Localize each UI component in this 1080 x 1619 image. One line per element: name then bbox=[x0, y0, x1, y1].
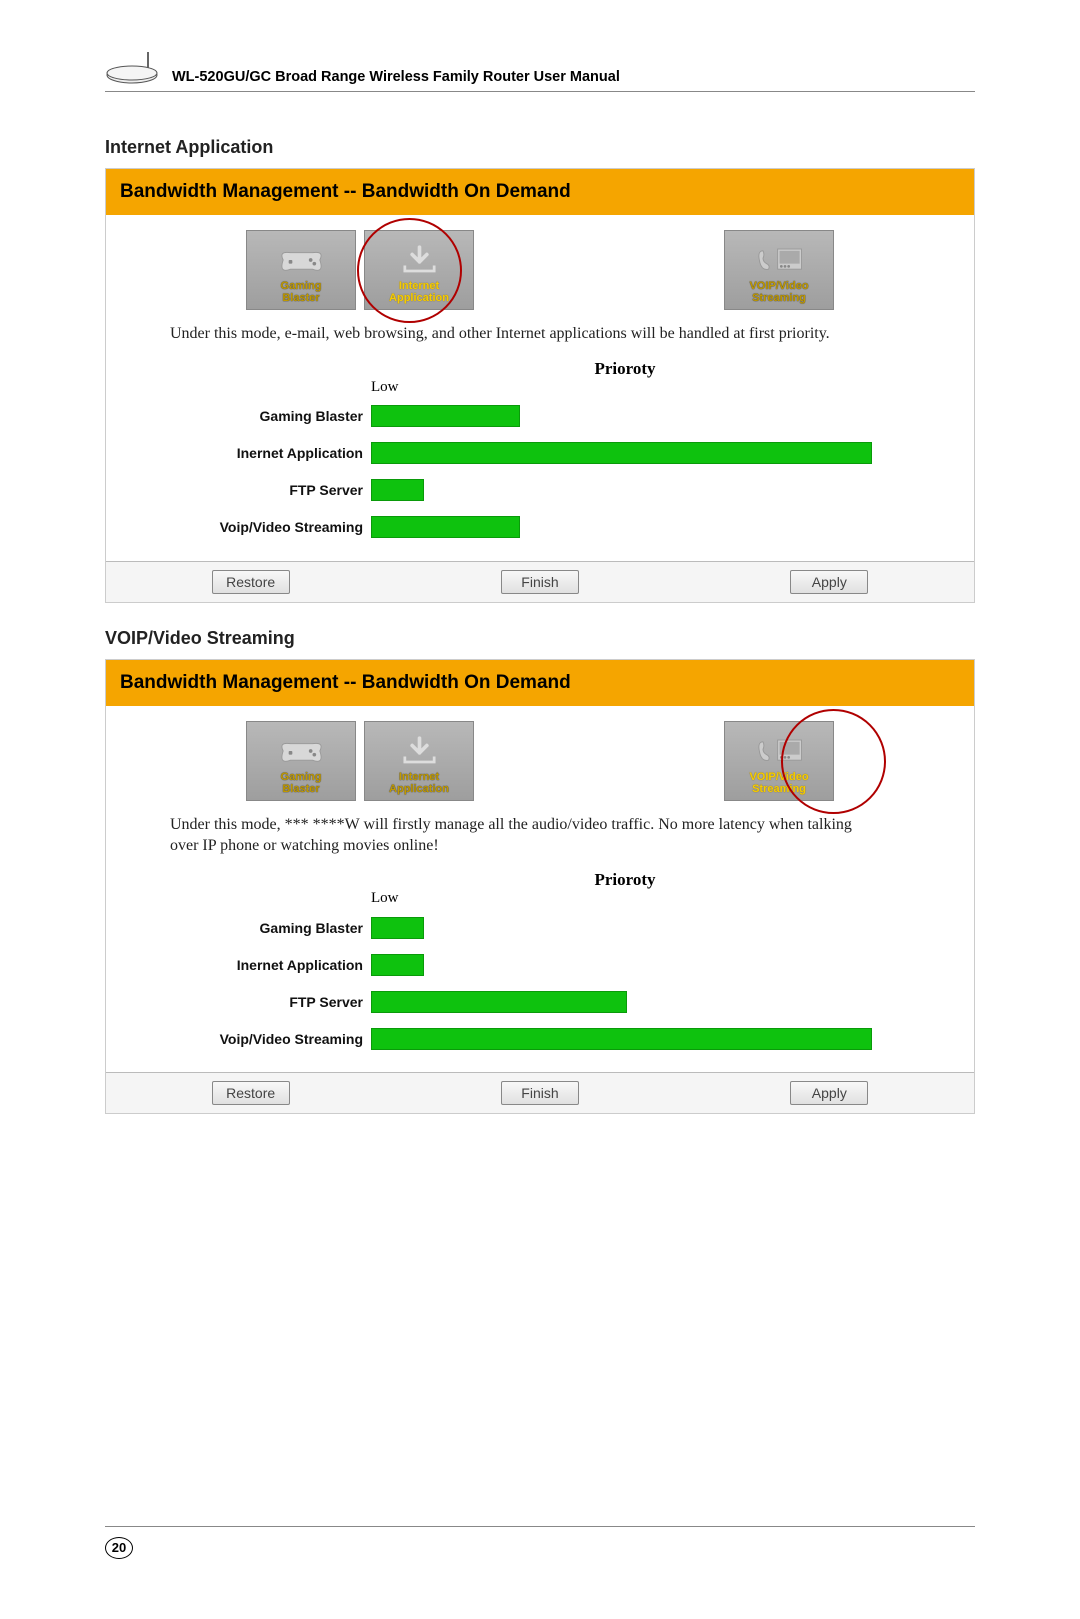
bar-label: Gaming Blaster bbox=[176, 408, 371, 424]
gamepad-icon bbox=[271, 240, 331, 280]
mode-gaming-blaster[interactable]: GamingBlaster bbox=[246, 230, 356, 310]
page-number: 20 bbox=[105, 1537, 133, 1559]
bar-label: FTP Server bbox=[176, 482, 371, 498]
bar-label: Inernet Application bbox=[176, 957, 371, 973]
bar-label: Gaming Blaster bbox=[176, 920, 371, 936]
phone-video-icon bbox=[749, 731, 809, 771]
bar-row: FTP Server bbox=[176, 472, 904, 509]
mode-selector-row: GamingBlaster InternetApplication VOIP/V… bbox=[106, 215, 974, 320]
bar-row: Inernet Application bbox=[176, 435, 904, 472]
mode-internet-application[interactable]: InternetApplication bbox=[364, 721, 474, 801]
bar-fill bbox=[371, 991, 627, 1013]
panel-title: Bandwidth Management -- Bandwidth On Dem… bbox=[106, 169, 974, 215]
mode-label: InternetApplication bbox=[389, 280, 449, 305]
mode-label: InternetApplication bbox=[389, 771, 449, 796]
priority-chart: Prioroty Low Gaming Blaster Inernet Appl… bbox=[106, 870, 974, 1072]
bar-fill bbox=[371, 954, 424, 976]
panel-title: Bandwidth Management -- Bandwidth On Dem… bbox=[106, 660, 974, 706]
header-title: WL-520GU/GC Broad Range Wireless Family … bbox=[172, 69, 620, 85]
low-label: Low bbox=[371, 379, 904, 396]
panel-internet-app: Bandwidth Management -- Bandwidth On Dem… bbox=[105, 168, 975, 603]
restore-button[interactable]: Restore bbox=[212, 1081, 290, 1105]
bar-fill bbox=[371, 516, 520, 538]
download-icon bbox=[389, 731, 449, 771]
download-icon bbox=[389, 240, 449, 280]
bar-fill bbox=[371, 917, 424, 939]
mode-label: VOIP/VideoStreaming bbox=[749, 771, 808, 796]
mode-description: Under this mode, e-mail, web browsing, a… bbox=[106, 320, 974, 359]
mode-voip-video[interactable]: VOIP/VideoStreaming bbox=[724, 721, 834, 801]
bar-fill bbox=[371, 405, 520, 427]
mode-voip-video[interactable]: VOIP/VideoStreaming bbox=[724, 230, 834, 310]
apply-button[interactable]: Apply bbox=[790, 570, 868, 594]
bar-row: Gaming Blaster bbox=[176, 909, 904, 946]
page-header: WL-520GU/GC Broad Range Wireless Family … bbox=[105, 50, 975, 92]
priority-heading: Prioroty bbox=[346, 870, 904, 890]
section-title-internet-app: Internet Application bbox=[105, 137, 975, 158]
page-footer: 20 bbox=[105, 1526, 975, 1559]
bar-label: Voip/Video Streaming bbox=[176, 519, 371, 535]
mode-label: GamingBlaster bbox=[281, 771, 322, 796]
phone-video-icon bbox=[749, 240, 809, 280]
mode-label: VOIP/VideoStreaming bbox=[749, 280, 808, 305]
bar-row: FTP Server bbox=[176, 983, 904, 1020]
apply-button[interactable]: Apply bbox=[790, 1081, 868, 1105]
bar-label: FTP Server bbox=[176, 994, 371, 1010]
bar-fill bbox=[371, 479, 424, 501]
button-bar: Restore Finish Apply bbox=[106, 1072, 974, 1113]
bar-label: Voip/Video Streaming bbox=[176, 1031, 371, 1047]
panel-voip: Bandwidth Management -- Bandwidth On Dem… bbox=[105, 659, 975, 1115]
bar-fill bbox=[371, 442, 872, 464]
bar-row: Voip/Video Streaming bbox=[176, 1020, 904, 1057]
section-title-voip: VOIP/Video Streaming bbox=[105, 628, 975, 649]
bar-row: Gaming Blaster bbox=[176, 398, 904, 435]
gamepad-icon bbox=[271, 731, 331, 771]
mode-selector-row: GamingBlaster InternetApplication VOIP/V… bbox=[106, 706, 974, 811]
finish-button[interactable]: Finish bbox=[501, 1081, 579, 1105]
priority-chart: Prioroty Low Gaming Blaster Inernet Appl… bbox=[106, 359, 974, 561]
mode-gaming-blaster[interactable]: GamingBlaster bbox=[246, 721, 356, 801]
mode-internet-application[interactable]: InternetApplication bbox=[364, 230, 474, 310]
router-icon bbox=[105, 50, 160, 85]
priority-heading: Prioroty bbox=[346, 359, 904, 379]
low-label: Low bbox=[371, 890, 904, 907]
bar-row: Voip/Video Streaming bbox=[176, 509, 904, 546]
bar-fill bbox=[371, 1028, 872, 1050]
bar-label: Inernet Application bbox=[176, 445, 371, 461]
mode-description: Under this mode, *** ****W will firstly … bbox=[106, 811, 974, 871]
button-bar: Restore Finish Apply bbox=[106, 561, 974, 602]
finish-button[interactable]: Finish bbox=[501, 570, 579, 594]
mode-label: GamingBlaster bbox=[281, 280, 322, 305]
bar-row: Inernet Application bbox=[176, 946, 904, 983]
restore-button[interactable]: Restore bbox=[212, 570, 290, 594]
